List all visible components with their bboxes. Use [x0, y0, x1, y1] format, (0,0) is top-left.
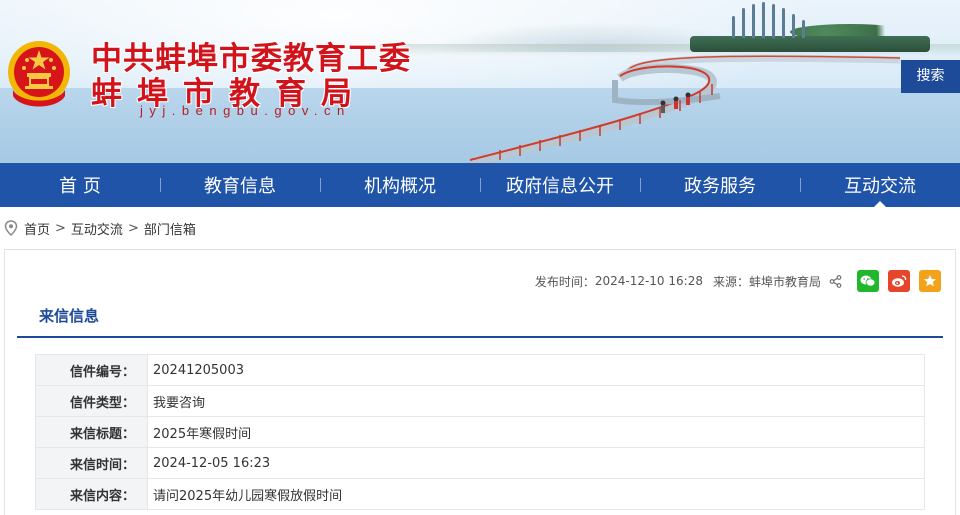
- table-row: 来信标题： 2025年寒假时间: [35, 416, 925, 448]
- nav-item-interaction[interactable]: 互动交流: [800, 163, 960, 207]
- nav-item-gov-info-disclosure[interactable]: 政府信息公开: [480, 163, 640, 207]
- row-value: 我要咨询: [147, 385, 925, 417]
- breadcrumb-separator: >: [127, 220, 139, 236]
- publish-time: 2024-12-10 16:28: [594, 274, 703, 288]
- breadcrumb-interaction[interactable]: 互动交流: [71, 219, 123, 238]
- row-value: 2025年寒假时间: [147, 416, 925, 448]
- section-title: 来信信息: [39, 307, 100, 325]
- row-value: 20241205003: [147, 354, 925, 386]
- table-row: 信件类型： 我要咨询: [35, 385, 925, 417]
- publish-time-label: 发布时间：: [534, 274, 595, 289]
- row-value: 2024-12-05 16:23: [147, 447, 925, 479]
- table-row: 信件编号： 20241205003: [35, 354, 925, 386]
- letter-info-table: 信件编号： 20241205003 信件类型： 我要咨询 来信标题： 2025年…: [35, 354, 925, 510]
- breadcrumb: 首页 > 互动交流 > 部门信箱: [4, 218, 196, 238]
- favorite-icon[interactable]: [919, 270, 941, 292]
- row-label: 来信标题：: [35, 416, 148, 448]
- nav-item-gov-services[interactable]: 政务服务: [640, 163, 800, 207]
- breadcrumb-home[interactable]: 首页: [24, 219, 50, 238]
- table-row: 来信时间： 2024-12-05 16:23: [35, 447, 925, 479]
- weibo-icon[interactable]: [888, 270, 910, 292]
- source-label: 来源：: [712, 274, 749, 289]
- row-label: 来信内容：: [35, 478, 148, 510]
- wechat-icon[interactable]: [857, 270, 879, 292]
- row-label: 来信时间：: [35, 447, 148, 479]
- location-pin-icon: [4, 220, 18, 236]
- row-value: 请问2025年幼儿园寒假放假时间: [147, 478, 925, 510]
- source-value: 蚌埠市教育局: [748, 274, 821, 289]
- main-nav: 首 页 教育信息 机构概况 政府信息公开 政务服务 互动交流: [0, 163, 960, 207]
- breadcrumb-separator: >: [55, 220, 66, 236]
- letter-content-panel: 发布时间： 2024-12-10 16:28 来源： 蚌埠市教育局 来信信息 信…: [4, 249, 956, 515]
- section-divider: [17, 336, 943, 338]
- header-banner: 中共蚌埠市委教育工委 蚌埠市教育局 jyj.bengbu.gov.cn 搜索: [0, 0, 960, 163]
- breadcrumb-dept-mailbox[interactable]: 部门信箱: [144, 219, 196, 238]
- search-button[interactable]: 搜索: [901, 60, 960, 93]
- nav-item-education-info[interactable]: 教育信息: [160, 163, 320, 207]
- row-label: 信件编号：: [35, 354, 148, 386]
- nav-item-org-overview[interactable]: 机构概况: [320, 163, 480, 207]
- site-domain: jyj.bengbu.gov.cn: [140, 103, 351, 118]
- national-emblem-icon: [8, 41, 70, 107]
- row-label: 信件类型：: [35, 385, 148, 417]
- table-row: 来信内容： 请问2025年幼儿园寒假放假时间: [35, 478, 925, 510]
- article-meta: 发布时间： 2024-12-10 16:28 来源： 蚌埠市教育局: [535, 270, 941, 292]
- nav-item-home[interactable]: 首 页: [0, 163, 160, 207]
- share-icon[interactable]: [829, 274, 842, 288]
